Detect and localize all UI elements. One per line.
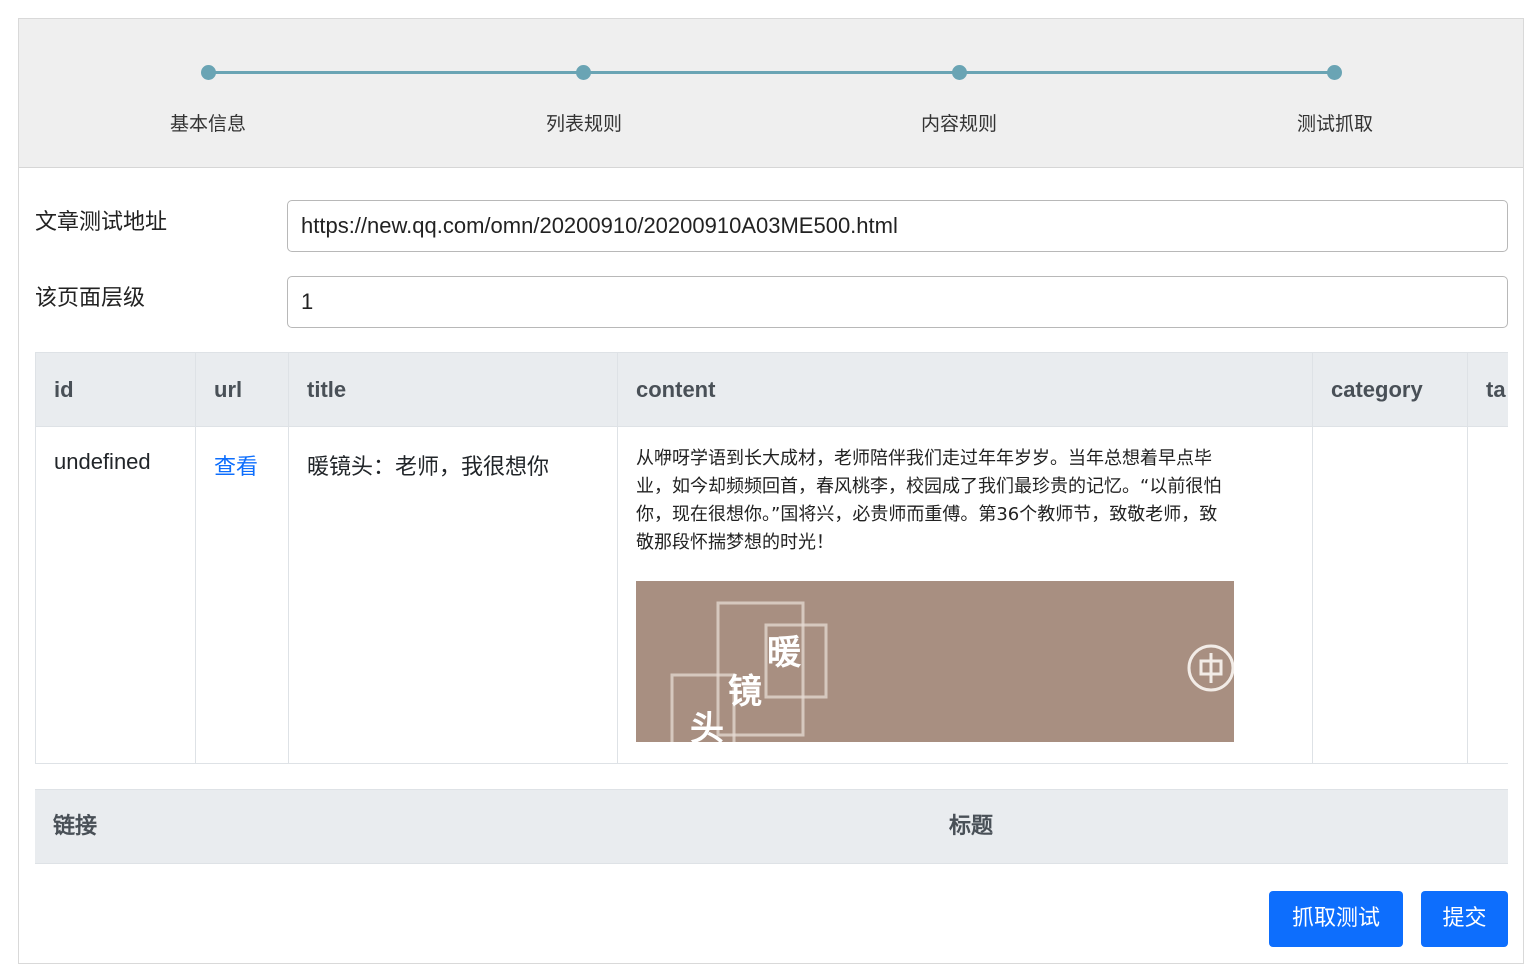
cell-url: 查看 (196, 427, 289, 764)
step-label-list-rules[interactable]: 列表规则 (484, 109, 684, 136)
result-table-header: id url title content category ta (36, 352, 1508, 428)
content-image: 暖 镜 头 (636, 581, 1234, 742)
link-table-header: 链接 标题 (35, 789, 1508, 864)
cell-id: undefined (36, 427, 196, 764)
steps-progress: 基本信息 列表规则 内容规则 测试抓取 (19, 19, 1523, 168)
test-fetch-button[interactable]: 抓取测试 (1269, 891, 1403, 947)
step-label-basic-info[interactable]: 基本信息 (108, 109, 308, 136)
step-label-test-fetch[interactable]: 测试抓取 (1235, 109, 1435, 136)
page-level-input[interactable] (287, 276, 1508, 328)
warm-lens-banner-art (636, 581, 1234, 742)
cell-title: 暖镜头：老师，我很想你 (289, 427, 618, 764)
step-label-content-rules[interactable]: 内容规则 (859, 109, 1059, 136)
steps-line (208, 71, 1335, 74)
banner-char-3: 头 (690, 709, 724, 742)
column-header-url: url (196, 353, 289, 428)
submit-button[interactable]: 提交 (1421, 891, 1508, 947)
test-url-label: 文章测试地址 (35, 210, 168, 235)
step-dot-3[interactable] (952, 65, 967, 80)
step-dot-4[interactable] (1327, 65, 1342, 80)
page-level-label: 该页面层级 (35, 286, 146, 311)
column-header-title: title (289, 353, 618, 428)
banner-char-2: 镜 (728, 672, 762, 712)
step-dot-2[interactable] (576, 65, 591, 80)
column-header-category: category (1313, 353, 1468, 428)
column-header-link: 链接 (53, 814, 98, 839)
test-url-input[interactable] (287, 200, 1508, 252)
content-text: 从咿呀学语到长大成材，老师陪伴我们走过年年岁岁。当年总想着早点毕业，如今却频频回… (636, 448, 1222, 553)
banner-char-1: 暖 (767, 633, 801, 673)
crawler-config-panel: 基本信息 列表规则 内容规则 测试抓取 文章测试地址 该页面层级 id url … (18, 18, 1524, 964)
result-table: id url title content category ta undefin… (35, 352, 1508, 764)
column-header-ta: ta (1486, 377, 1506, 402)
column-header-id: id (36, 353, 196, 428)
view-link[interactable]: 查看 (214, 455, 258, 480)
step-dot-1[interactable] (201, 65, 216, 80)
column-header-content: content (618, 353, 1313, 428)
cell-content: 从咿呀学语到长大成材，老师陪伴我们走过年年岁岁。当年总想着早点毕业，如今却频频回… (618, 427, 1313, 764)
cell-category (1313, 427, 1468, 764)
cell-ta (1468, 427, 1508, 764)
column-header-heading: 标题 (949, 814, 994, 839)
